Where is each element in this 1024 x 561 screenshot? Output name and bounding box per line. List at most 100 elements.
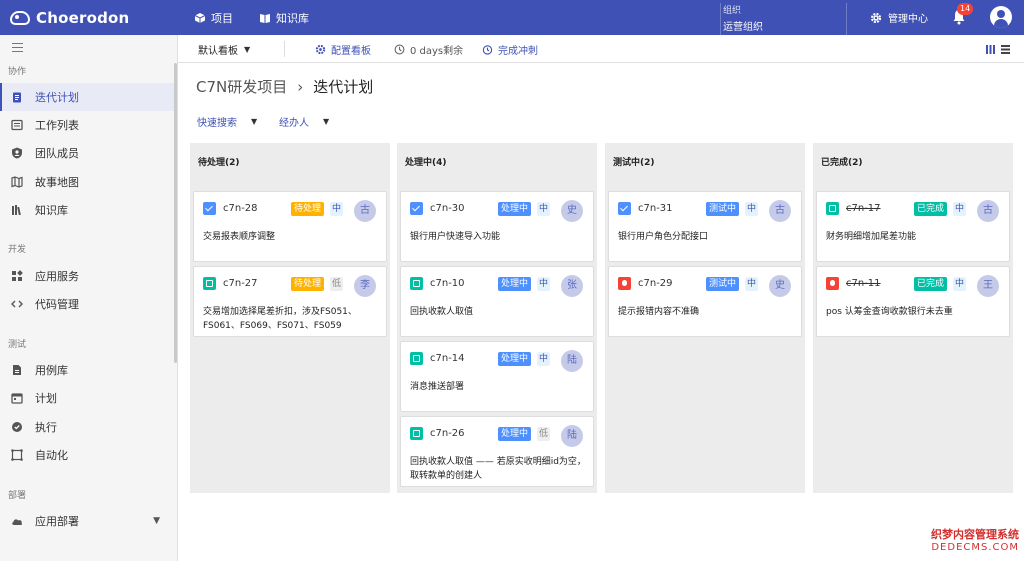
issue-card[interactable]: c7n-29 测试中中史提示报错内容不准确	[608, 266, 802, 337]
issue-card[interactable]: c7n-27 待处理低李交易增加选择尾差折扣，涉及FS051、FS061、FS06…	[193, 266, 387, 337]
watermark: 织梦内容管理系统 DEDECMS.COM	[912, 526, 1022, 559]
sidebar: 协作 迭代计划 工作列表 团队成员 故事地图 知识库 开发 应用服务 代码管理 …	[0, 35, 178, 561]
issue-card[interactable]: c7n-31 测试中中古银行用户角色分配接口	[608, 191, 802, 262]
assignee-avatar[interactable]: 陆	[561, 350, 583, 372]
page-title: 迭代计划	[313, 78, 374, 96]
sidebar-item-team[interactable]: 团队成员	[0, 139, 174, 167]
apps-icon	[12, 270, 23, 281]
column-view-icon[interactable]	[986, 45, 995, 54]
quick-search-label: 快速搜索	[197, 118, 237, 129]
days-remaining: 0 days剩余	[394, 42, 463, 57]
issue-card[interactable]: c7n-28 待处理中古交易报表顺序调整	[193, 191, 387, 262]
complete-sprint-button[interactable]: 完成冲刺	[482, 42, 538, 57]
assignee-label: 经办人	[279, 118, 309, 129]
issue-key[interactable]: c7n-26	[430, 428, 465, 439]
assignee-avatar[interactable]: 史	[769, 275, 791, 297]
assignee-avatar[interactable]: 古	[977, 200, 999, 222]
priority-badge: 中	[745, 202, 758, 216]
issue-card[interactable]: c7n-10 处理中中张回执收款人取值	[400, 266, 594, 337]
gear-icon	[870, 12, 882, 23]
story-type-icon	[410, 427, 423, 440]
assignee-avatar[interactable]: 古	[769, 200, 791, 222]
watermark-line2: DEDECMS.COM	[931, 542, 1019, 553]
issue-card[interactable]: c7n-11 已完成中王 pos 认筹金查询收款银行未去重	[816, 266, 1010, 337]
code-icon	[11, 300, 23, 308]
chevron-down-icon[interactable]: ▼	[153, 516, 160, 526]
sidebar-item-automation[interactable]: 自动化	[0, 441, 174, 469]
sidebar-item-sprint-plan[interactable]: 迭代计划	[0, 83, 174, 111]
assignee-filter[interactable]: 经办人 ▼	[279, 114, 329, 129]
sidebar-item-code[interactable]: 代码管理	[0, 290, 174, 318]
assignee-avatar[interactable]: 史	[561, 200, 583, 222]
quick-search-filter[interactable]: 快速搜索 ▼	[197, 114, 257, 129]
sidebar-scrollbar[interactable]	[174, 63, 177, 363]
list-view-icon[interactable]	[1001, 45, 1010, 54]
status-badge: 测试中	[706, 202, 740, 216]
nav-project[interactable]: 项目	[194, 10, 233, 26]
board-selector-label: 默认看板	[198, 46, 238, 57]
status-badge: 待处理	[291, 202, 325, 216]
menu-toggle-icon[interactable]	[12, 43, 23, 52]
issue-card[interactable]: c7n-14 处理中中陆消息推送部署	[400, 341, 594, 412]
toolbar-divider	[284, 41, 285, 57]
board-column: 已完成(2) c7n-17 已完成中古财务明细增加尾差功能 c7n-11 已完成中王 po…	[813, 143, 1013, 493]
list-icon	[11, 119, 23, 131]
issue-key[interactable]: c7n-11	[846, 278, 881, 289]
sidebar-item-app-deploy[interactable]: 应用部署 ▼	[0, 507, 174, 535]
assignee-avatar[interactable]: 陆	[561, 425, 583, 447]
issue-summary: 消息推送部署	[410, 382, 465, 392]
priority-badge: 中	[953, 202, 966, 216]
issue-key[interactable]: c7n-31	[638, 203, 673, 214]
status-badge: 处理中	[498, 277, 532, 291]
brand[interactable]: Choerodon	[0, 0, 178, 35]
caret-down-icon: ▼	[251, 117, 258, 126]
issue-card[interactable]: c7n-26 处理中低陆回执收款人取值 —— 若原实收明细id为空，取转款单的创建…	[400, 416, 594, 487]
configure-board-button[interactable]: 配置看板	[315, 42, 371, 57]
management-center-button[interactable]: 管理中心	[870, 10, 928, 25]
sidebar-item-execute[interactable]: 执行	[0, 413, 174, 441]
issue-key[interactable]: c7n-28	[223, 203, 258, 214]
top-nav: 项目 知识库	[194, 10, 309, 26]
board-selector[interactable]: 默认看板 ▼	[198, 42, 250, 57]
cloud-icon	[12, 519, 23, 525]
assignee-avatar[interactable]: 王	[977, 275, 999, 297]
map-icon	[11, 176, 23, 188]
priority-badge: 低	[330, 277, 343, 291]
sidebar-item-plan[interactable]: 计划	[0, 384, 174, 412]
alarm-icon	[482, 45, 493, 55]
sidebar-item-label: 用例库	[35, 364, 68, 377]
breadcrumb-project[interactable]: C7N研发项目	[196, 76, 287, 97]
story-type-icon	[826, 202, 839, 215]
issue-card[interactable]: c7n-17 已完成中古财务明细增加尾差功能	[816, 191, 1010, 262]
account-avatar-icon[interactable]	[990, 6, 1012, 28]
assignee-avatar[interactable]: 古	[354, 200, 376, 222]
issue-key[interactable]: c7n-10	[430, 278, 465, 289]
sidebar-item-work-list[interactable]: 工作列表	[0, 111, 174, 139]
library-icon	[12, 205, 21, 216]
nav-knowledge[interactable]: 知识库	[259, 10, 309, 26]
sidebar-item-label: 执行	[35, 421, 57, 434]
sidebar-item-label: 代码管理	[35, 298, 79, 311]
org-label: 组织	[723, 6, 742, 16]
assignee-avatar[interactable]: 李	[354, 275, 376, 297]
calendar-icon	[11, 393, 23, 404]
issue-summary: 银行用户快速导入功能	[410, 232, 501, 242]
configure-board-label: 配置看板	[331, 46, 371, 57]
issue-key[interactable]: c7n-14	[430, 353, 465, 364]
org-switcher[interactable]: 组织 运营组织	[720, 3, 847, 35]
column-title: 已完成(2)	[821, 158, 863, 168]
nav-knowledge-label: 知识库	[276, 11, 309, 25]
breadcrumb-separator: ›	[297, 77, 304, 96]
sidebar-item-knowledge[interactable]: 知识库	[0, 196, 174, 224]
sidebar-item-story-map[interactable]: 故事地图	[0, 168, 174, 196]
issue-key[interactable]: c7n-27	[223, 278, 258, 289]
choerodon-logo-icon	[10, 10, 30, 25]
sidebar-item-case-library[interactable]: 用例库	[0, 356, 174, 384]
issue-card[interactable]: c7n-30 处理中中史银行用户快速导入功能	[400, 191, 594, 262]
watermark-line1: 织梦内容管理系统	[931, 528, 1019, 541]
issue-key[interactable]: c7n-30	[430, 203, 465, 214]
sidebar-item-app-service[interactable]: 应用服务	[0, 262, 174, 290]
assignee-avatar[interactable]: 张	[561, 275, 583, 297]
issue-key[interactable]: c7n-17	[846, 203, 881, 214]
issue-key[interactable]: c7n-29	[638, 278, 673, 289]
